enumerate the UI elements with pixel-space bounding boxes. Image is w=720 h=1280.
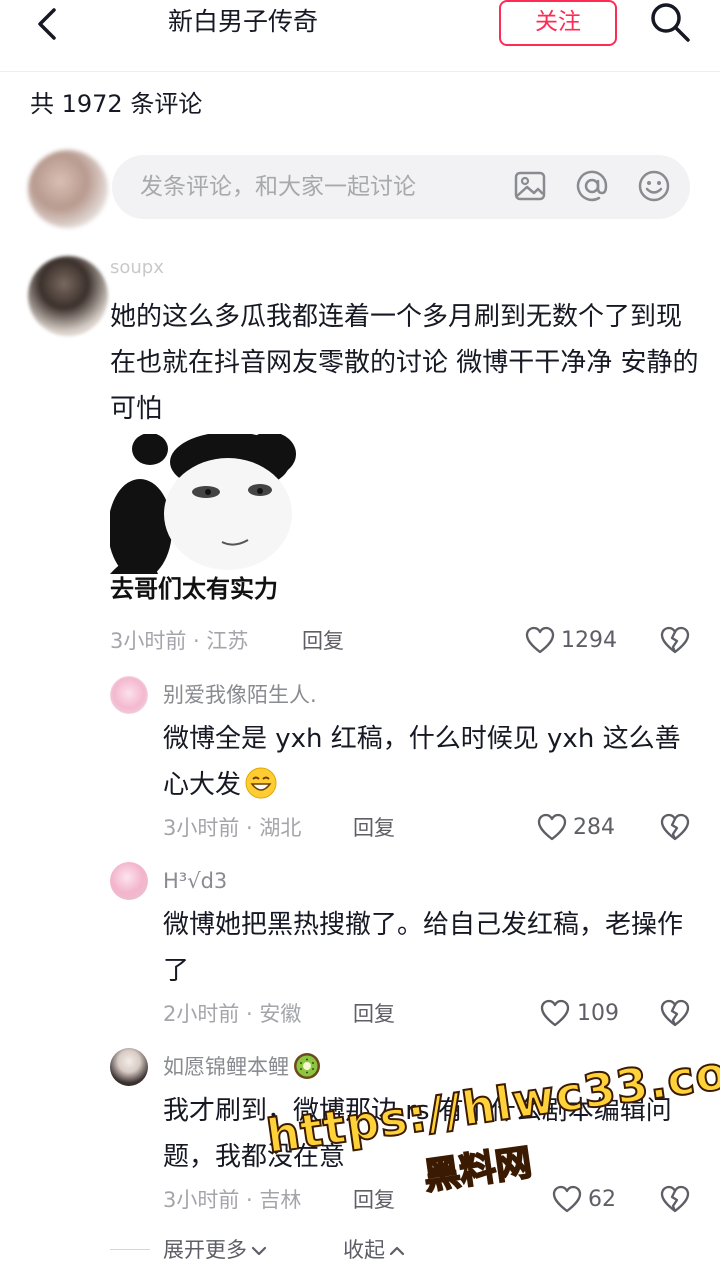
- like-count: 1294: [561, 628, 617, 653]
- reply-text: 微博全是 yxh 红稿，什么时候见 yxh 这么善心大发: [163, 724, 681, 800]
- reply-button[interactable]: 回复: [353, 813, 395, 843]
- reply-username[interactable]: H³√d3: [163, 866, 227, 896]
- comment-meta: 3小时前 · 江苏: [110, 629, 249, 653]
- current-user-avatar: [28, 150, 108, 228]
- emoji-icon[interactable]: [636, 168, 672, 204]
- reply-button[interactable]: 回复: [302, 626, 344, 656]
- expand-more-button[interactable]: 展开更多: [163, 1235, 267, 1265]
- reply-text: 微博她把黑热搜撤了。给自己发红稿，老操作了: [163, 910, 684, 986]
- panda-sticker-image[interactable]: 去哥们太有实力: [110, 434, 296, 606]
- chevron-up-icon: [389, 1246, 405, 1256]
- like-count: 109: [577, 1001, 619, 1026]
- expand-divider: [110, 1249, 150, 1250]
- top-bar: 新白男子传奇 关注: [0, 0, 720, 72]
- search-icon[interactable]: [648, 0, 692, 44]
- dislike-broken-heart-icon[interactable]: [660, 1185, 690, 1215]
- back-arrow-icon[interactable]: [28, 4, 68, 44]
- reply-meta: 3小时前 · 湖北: [163, 816, 302, 840]
- like-heart-icon[interactable]: [525, 626, 555, 656]
- sticker-caption: 去哥们太有实力: [110, 575, 278, 603]
- watermark-name: 黑料网: [421, 1141, 536, 1199]
- commenter-avatar[interactable]: [28, 256, 108, 336]
- follow-button[interactable]: 关注: [499, 0, 617, 46]
- reply-avatar[interactable]: [110, 1048, 148, 1086]
- dislike-broken-heart-icon[interactable]: [660, 999, 690, 1029]
- image-icon[interactable]: [512, 168, 548, 204]
- comment-input[interactable]: 发条评论，和大家一起讨论: [112, 155, 690, 219]
- reply-avatar[interactable]: [110, 676, 148, 714]
- dislike-broken-heart-icon[interactable]: [660, 813, 690, 843]
- kiwi-emoji-icon: [294, 1053, 320, 1079]
- collapse-button[interactable]: 收起: [343, 1235, 405, 1265]
- chevron-down-icon: [251, 1246, 267, 1256]
- dislike-broken-heart-icon[interactable]: [660, 626, 690, 656]
- comment-text: 她的这么多瓜我都连着一个多月刷到无数个了到现在也就在抖音网友零散的讨论 微博干干…: [110, 302, 699, 424]
- reply-avatar[interactable]: [110, 862, 148, 900]
- mention-icon[interactable]: [574, 168, 610, 204]
- like-heart-icon[interactable]: [540, 999, 570, 1029]
- grin-emoji-icon: [245, 767, 277, 799]
- comment-count: 共 1972 条评论: [30, 90, 203, 118]
- panda-meme-icon: [110, 434, 296, 579]
- reply-username[interactable]: 如愿锦鲤本鲤: [163, 1052, 321, 1082]
- reply-button[interactable]: 回复: [353, 999, 395, 1029]
- reply-username[interactable]: 别爱我像陌生人.: [163, 680, 317, 710]
- reply-meta: 2小时前 · 安徽: [163, 1002, 302, 1026]
- page-title: 新白男子传奇: [168, 7, 319, 36]
- comment-input-placeholder: 发条评论，和大家一起讨论: [140, 174, 416, 200]
- like-count: 62: [588, 1187, 616, 1212]
- like-heart-icon[interactable]: [537, 813, 567, 843]
- commenter-username[interactable]: soupx: [110, 256, 164, 280]
- like-count: 284: [573, 815, 615, 840]
